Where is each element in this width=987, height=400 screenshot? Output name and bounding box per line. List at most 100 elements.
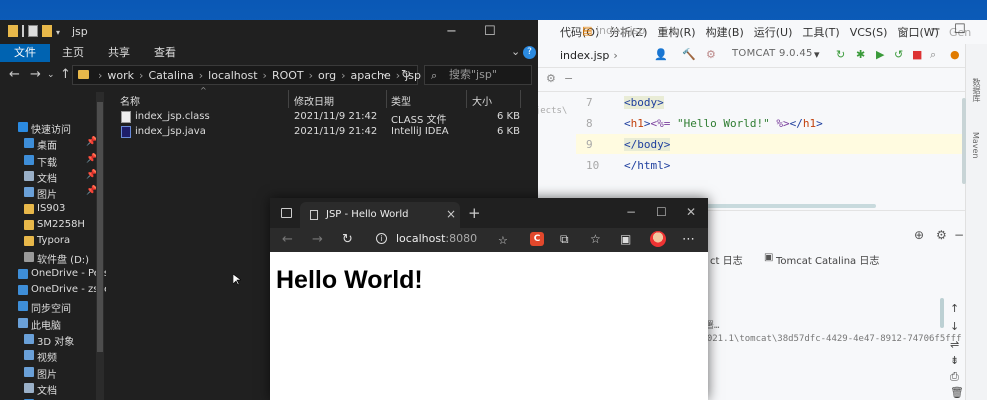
sidebar-item[interactable]: IS903: [0, 202, 106, 218]
nav-scrollbar[interactable]: [96, 92, 104, 400]
browser-tab[interactable]: JSP - Hello World ×: [300, 202, 460, 228]
run-config-icon[interactable]: ⚙: [706, 48, 716, 61]
back-arrow-icon[interactable]: ←: [282, 232, 293, 247]
more-options-icon[interactable]: ⋯: [682, 232, 695, 247]
close-tab-icon[interactable]: ×: [446, 207, 456, 221]
scroll-down-icon[interactable]: ↓: [950, 320, 959, 333]
coverage-icon[interactable]: ▶: [876, 48, 884, 61]
extension-c-icon[interactable]: C: [530, 232, 544, 246]
collapse-icon[interactable]: −: [564, 72, 573, 85]
dropdown-arrow-icon[interactable]: ▾: [814, 48, 820, 61]
search-input[interactable]: ⌕ 搜索"jsp": [424, 65, 532, 85]
print-icon[interactable]: ⎙: [950, 370, 959, 384]
extensions-icon[interactable]: ⧉: [560, 232, 569, 247]
menu-build[interactable]: 构建(B): [706, 24, 744, 40]
gear-icon[interactable]: ⚙: [936, 228, 947, 242]
run-config-selector[interactable]: TOMCAT 9.0.45: [732, 48, 813, 59]
sidebar-item[interactable]: 此电脑: [0, 316, 106, 332]
code-line-9[interactable]: </body>: [624, 138, 671, 151]
recent-locations-icon[interactable]: ⌄: [47, 70, 55, 80]
sidebar-item[interactable]: OneDrive - Perso: [0, 267, 106, 283]
soft-wrap-icon[interactable]: ⇌: [950, 338, 959, 351]
chevron-down-icon[interactable]: ▾: [56, 28, 66, 40]
properties-icon[interactable]: [28, 25, 38, 37]
favorites-icon[interactable]: ☆: [590, 232, 601, 246]
sidebar-item[interactable]: 图片: [0, 365, 106, 381]
column-divider[interactable]: [466, 90, 467, 108]
path-segment[interactable]: work: [107, 69, 134, 82]
sidebar-item[interactable]: 文档: [0, 381, 106, 397]
user-icon[interactable]: 👤: [654, 48, 668, 61]
collections-icon[interactable]: ▣: [620, 232, 631, 246]
refresh-icon[interactable]: ↻: [342, 232, 353, 247]
refresh-icon[interactable]: ↻: [401, 67, 411, 81]
minimize-button[interactable]: −: [446, 24, 457, 39]
path-segment[interactable]: org: [318, 69, 336, 82]
new-folder-icon[interactable]: [42, 25, 52, 37]
update-icon[interactable]: ●: [950, 48, 960, 61]
crosshair-icon[interactable]: ⊕: [914, 228, 924, 242]
sidebar-item[interactable]: 桌面 📌: [0, 136, 106, 152]
sidebar-item[interactable]: Typora: [0, 234, 106, 250]
forward-arrow-icon[interactable]: →: [312, 232, 323, 247]
new-tab-button[interactable]: +: [468, 204, 481, 222]
close-window-button[interactable]: ✕: [686, 205, 696, 219]
breadcrumb-file[interactable]: index.jsp: [560, 49, 609, 62]
database-tool-label[interactable]: 数据库: [971, 78, 982, 102]
gear-icon[interactable]: ⚙: [546, 72, 556, 85]
close-tab-icon[interactable]: ×: [670, 24, 679, 37]
scroll-up-icon[interactable]: ↑: [950, 302, 959, 315]
menu-run[interactable]: 运行(U): [754, 24, 793, 40]
tab-index-jsp[interactable]: index.jsp: [596, 24, 645, 37]
ribbon-tab-home[interactable]: 主页: [50, 44, 96, 62]
tab-actions-icon[interactable]: [281, 208, 292, 218]
back-arrow-icon[interactable]: ←: [9, 67, 20, 82]
site-info-icon[interactable]: i: [376, 233, 387, 244]
editor-scrollbar[interactable]: [962, 98, 966, 184]
log-tab-catalina-truncated[interactable]: ct 日志: [710, 252, 743, 267]
trash-icon[interactable]: 🗑: [950, 386, 964, 399]
nav-scrollbar-thumb[interactable]: [97, 102, 103, 352]
debug-icon[interactable]: ✱: [856, 48, 865, 61]
profile-avatar[interactable]: [650, 231, 666, 247]
log-scrollbar[interactable]: [940, 298, 944, 328]
ribbon-expand-icon[interactable]: ⌄: [511, 45, 520, 58]
help-icon[interactable]: ?: [523, 46, 536, 59]
maven-tool-label[interactable]: Maven: [971, 132, 980, 159]
scroll-end-icon[interactable]: ⇟: [950, 354, 959, 367]
menu-tools[interactable]: 工具(T): [802, 24, 839, 40]
sidebar-item[interactable]: 图片 📌: [0, 185, 106, 201]
sidebar-item[interactable]: OneDrive - zsjie: [0, 283, 106, 299]
code-line-8[interactable]: <h1><%= "Hello World!" %></h1>: [624, 117, 823, 130]
chevron-down-icon[interactable]: ⌄: [381, 68, 389, 79]
rerun-icon[interactable]: ↻: [836, 48, 845, 61]
sidebar-item[interactable]: 下载 📌: [0, 153, 106, 169]
stop-icon[interactable]: ■: [912, 48, 922, 61]
build-hammer-icon[interactable]: 🔨: [682, 48, 696, 61]
column-header-date[interactable]: 修改日期: [294, 93, 334, 108]
path-segment[interactable]: ROOT: [272, 69, 304, 82]
forward-arrow-icon[interactable]: →: [30, 67, 41, 82]
sidebar-item[interactable]: 视频: [0, 348, 106, 364]
collapse-icon[interactable]: −: [954, 228, 964, 242]
path-segment[interactable]: localhost: [208, 69, 257, 82]
column-header-name[interactable]: 名称: [120, 93, 140, 108]
address-path[interactable]: › work › Catalina › localhost › ROOT › org › …: [72, 65, 421, 85]
ide-maximize-button[interactable]: ☐: [954, 22, 966, 37]
search-everywhere-icon[interactable]: ⌕: [930, 48, 936, 62]
sidebar-item[interactable]: SM2258H: [0, 218, 106, 234]
sidebar-item[interactable]: 文档 📌: [0, 169, 106, 185]
favorite-add-icon[interactable]: ☆: [498, 234, 508, 247]
ribbon-tab-share[interactable]: 共享: [96, 44, 142, 62]
column-header-size[interactable]: 大小: [472, 93, 492, 108]
up-arrow-icon[interactable]: ↑: [60, 67, 71, 82]
profile-icon[interactable]: ↺: [894, 48, 903, 61]
menu-code[interactable]: 代码(O): [560, 24, 599, 40]
maximize-button[interactable]: ☐: [484, 24, 496, 39]
path-segment[interactable]: Catalina: [148, 69, 193, 82]
menu-vcs[interactable]: VCS(S): [850, 26, 888, 39]
editor-horizontal-scrollbar[interactable]: [680, 204, 876, 208]
ribbon-tab-file[interactable]: 文件: [0, 44, 50, 62]
minimize-button[interactable]: −: [626, 205, 636, 219]
sidebar-item[interactable]: 软件盘 (D:): [0, 250, 106, 266]
